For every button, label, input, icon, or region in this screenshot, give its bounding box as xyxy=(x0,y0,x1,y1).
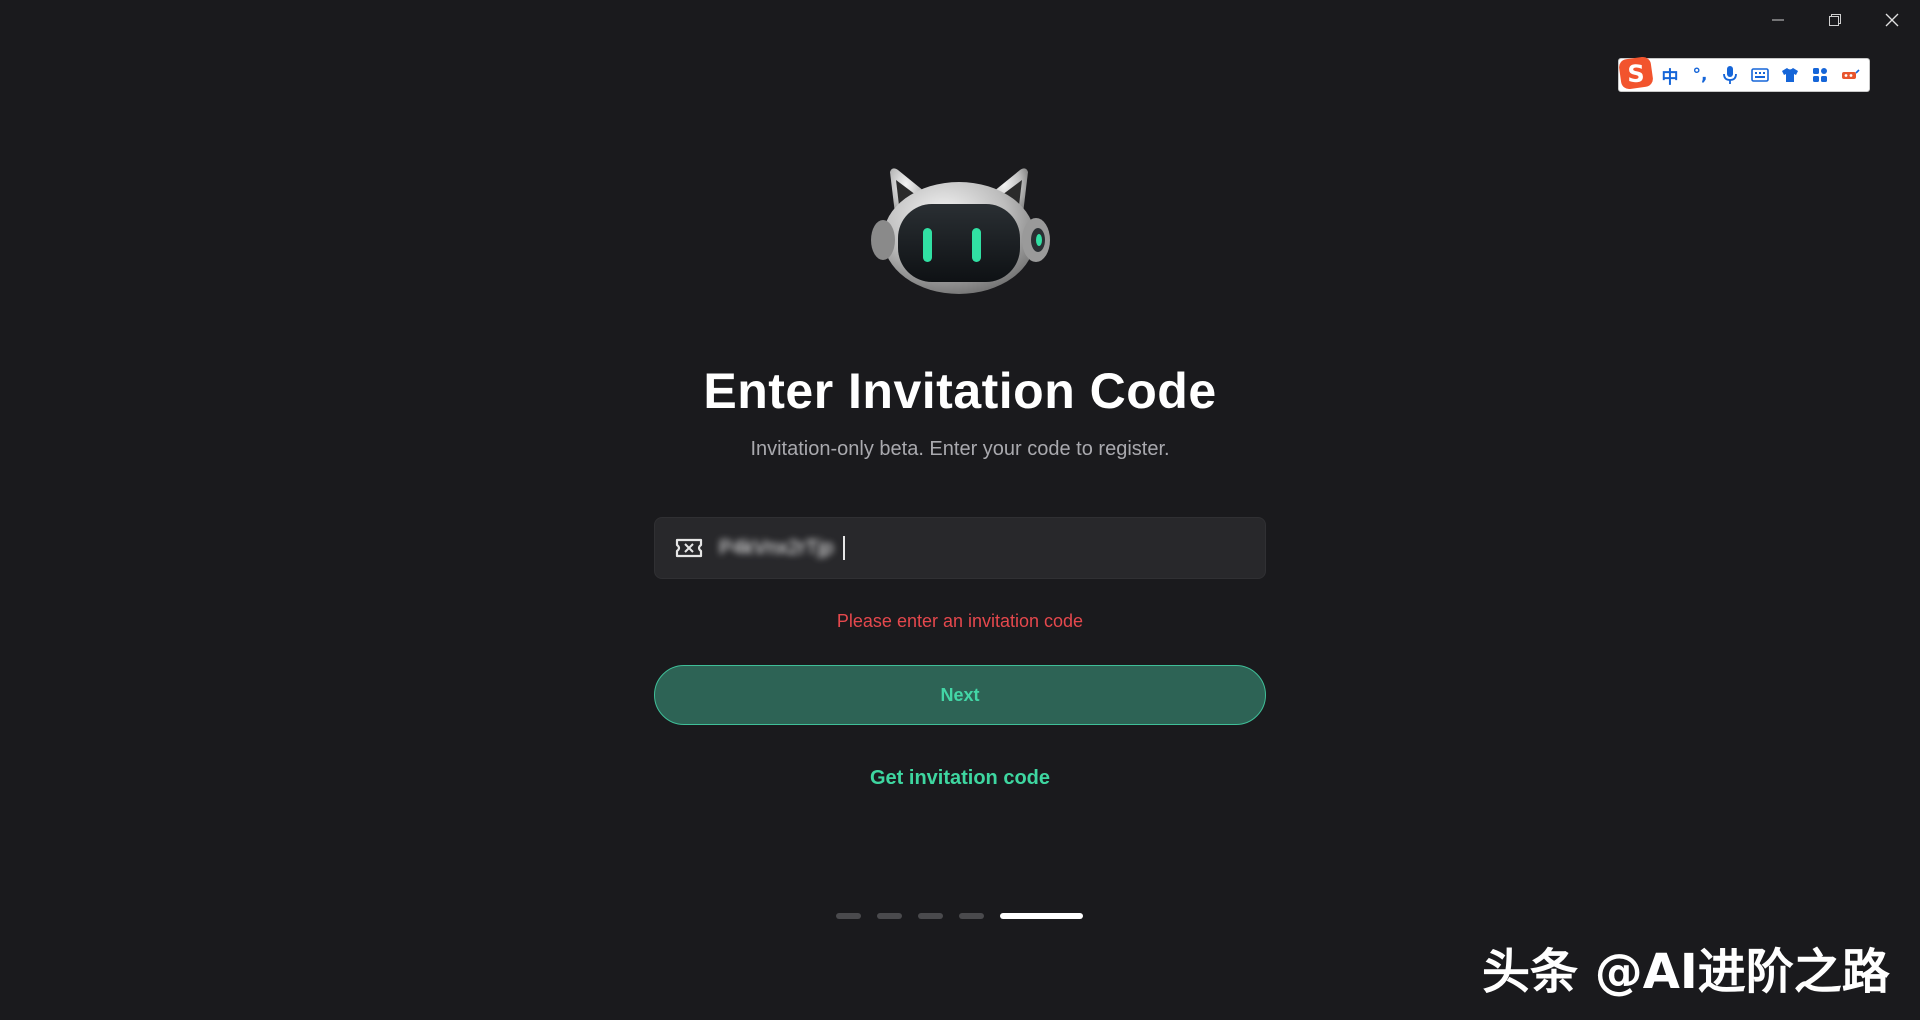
close-icon xyxy=(1885,13,1898,27)
restore-button[interactable] xyxy=(1806,0,1863,40)
minimize-icon xyxy=(1771,19,1784,21)
invitation-code-input[interactable] xyxy=(717,535,851,561)
restore-icon xyxy=(1828,14,1841,26)
close-button[interactable] xyxy=(1863,0,1920,40)
minimize-button[interactable] xyxy=(1749,0,1806,40)
error-message: Please enter an invitation code xyxy=(836,611,1084,631)
keyboard-icon[interactable] xyxy=(1745,60,1775,90)
invitation-code-field[interactable] xyxy=(654,517,1266,579)
pager-step-4[interactable] xyxy=(959,913,984,919)
robot-cat-mascot xyxy=(871,168,1050,294)
svg-text:S: S xyxy=(1627,60,1644,88)
ime-toolbar: S 中 °, xyxy=(1618,56,1870,92)
window-controls xyxy=(1749,0,1920,40)
get-invitation-code-link[interactable]: Get invitation code xyxy=(0,767,1920,790)
next-button[interactable]: Next xyxy=(654,665,1266,725)
page-title: Enter Invitation Code xyxy=(703,363,1217,419)
ime-language-toggle[interactable]: 中 xyxy=(1655,60,1685,90)
tools-icon[interactable] xyxy=(1835,60,1865,90)
ticket-icon xyxy=(675,538,703,558)
onboarding-pager xyxy=(836,913,1083,919)
pager-step-1[interactable] xyxy=(836,913,861,919)
page-subtitle: Invitation-only beta. Enter your code to… xyxy=(750,438,1170,460)
ime-punctuation-toggle[interactable]: °, xyxy=(1685,60,1715,90)
pager-step-3[interactable] xyxy=(918,913,943,919)
watermark: 头条 @AI进阶之路 xyxy=(1482,944,1890,1000)
pager-step-5[interactable] xyxy=(1000,913,1083,919)
grid-apps-icon[interactable] xyxy=(1805,60,1835,90)
microphone-icon[interactable] xyxy=(1715,60,1745,90)
sogou-logo-icon[interactable]: S xyxy=(1617,54,1655,92)
shirt-icon[interactable] xyxy=(1775,60,1805,90)
pager-step-2[interactable] xyxy=(877,913,902,919)
